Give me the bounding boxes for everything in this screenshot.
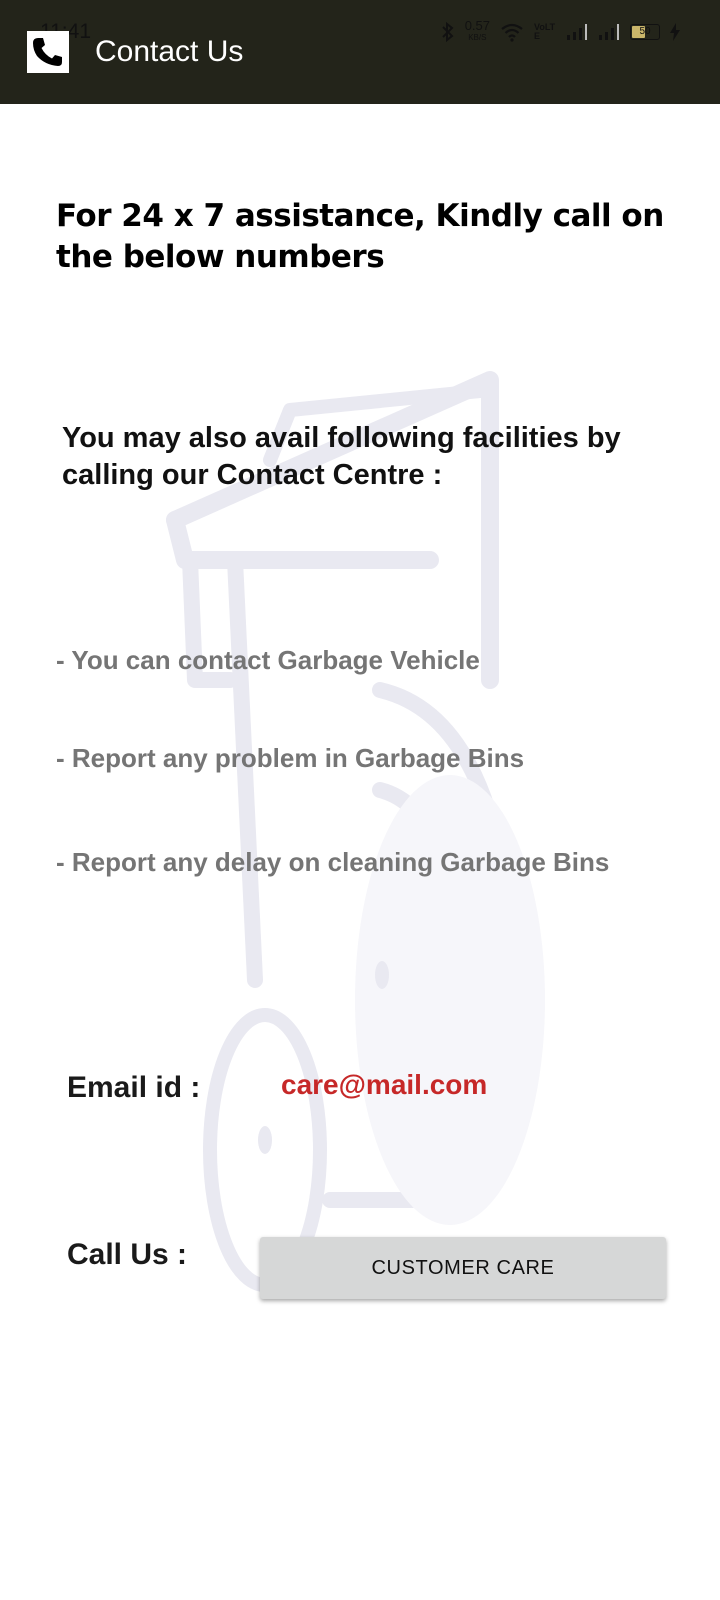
email-link[interactable]: care@mail.com [281,1069,487,1101]
status-icons: 0.57 KB/S VoLTE 50 [441,18,680,46]
app-bar: 11:41 0.57 KB/S VoLTE [0,0,720,104]
email-label: Email id : [67,1071,201,1104]
bluetooth-icon [441,21,454,43]
garbage-bin-watermark-icon [166,371,545,1292]
network-speed: 0.57 KB/S [464,18,490,42]
signal-icon [599,24,619,40]
page-title: Contact Us [95,35,244,68]
volte-indicator: VoLTE [534,22,556,41]
battery-icon: 50 [630,24,660,40]
call-label: Call Us : [67,1238,188,1271]
charging-icon [670,23,680,41]
phone-icon [27,31,69,73]
facilities-heading: You may also avail following facilities … [62,422,621,491]
facility-item: - Report any problem in Garbage Bins [56,743,525,773]
customer-care-button[interactable]: CUSTOMER CARE [260,1237,666,1299]
signal-icon [567,24,587,40]
wifi-icon [501,23,523,42]
facility-item: - You can contact Garbage Vehicle [56,645,480,675]
assistance-heading: For 24 x 7 assistance, Kindly call on th… [56,198,664,275]
facility-item: - Report any delay on cleaning Garbage B… [56,847,610,877]
